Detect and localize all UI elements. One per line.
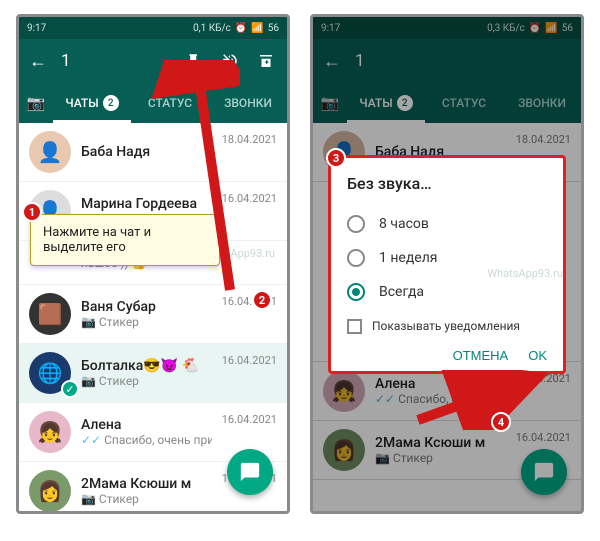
alarm-icon: ⏰ (235, 23, 247, 34)
status-time: 9:17 (27, 23, 46, 34)
step-badge-3: 3 (326, 148, 346, 168)
radio-1week[interactable]: 1 неделя (347, 241, 547, 275)
radio-always[interactable]: Всегда (347, 275, 547, 309)
ok-button[interactable]: OK (528, 348, 547, 363)
step-badge-4: 4 (491, 412, 511, 432)
statusbar: 9:17 0,1 КБ/с ⏰ 📶 56 (19, 17, 287, 39)
tab-chats[interactable]: ЧАТЫ 2 (53, 83, 131, 123)
radio-icon (347, 249, 365, 267)
step-badge-2: 2 (252, 290, 272, 310)
avatar[interactable]: 🟫 (29, 293, 71, 335)
avatar[interactable]: 👤 (29, 131, 71, 173)
radio-icon-checked (347, 283, 365, 301)
show-notifications-check[interactable]: Показывать уведомления (347, 309, 547, 340)
step-badge-1: 1 (22, 202, 42, 222)
archive-icon[interactable] (255, 50, 277, 72)
selected-check-icon: ✓ (61, 380, 79, 398)
modal-overlay[interactable]: Без звука… 8 часов 1 неделя Всегда Показ… (313, 17, 581, 511)
checkbox-icon (347, 319, 362, 334)
mute-dialog: Без звука… 8 часов 1 неделя Всегда Показ… (328, 155, 566, 374)
cancel-button[interactable]: ОТМЕНА (453, 348, 509, 363)
new-chat-fab[interactable] (227, 449, 273, 495)
signal-icon: 📶 (251, 23, 263, 34)
chats-badge: 2 (103, 95, 119, 111)
arrow-to-mute-icon (130, 60, 240, 300)
avatar[interactable]: 👧 (29, 411, 71, 453)
chat-row-selected[interactable]: 🌐 ✓ Болталка😎😈 🐔📷 Стикер 16.04.2021 (19, 344, 287, 403)
battery-icon: 56 (268, 23, 279, 34)
arrow-to-ok (408, 370, 558, 430)
radio-icon (347, 215, 365, 233)
back-icon[interactable]: ← (29, 51, 47, 72)
camera-icon[interactable]: 📷 (19, 94, 53, 112)
dialog-title: Без звука… (347, 174, 547, 193)
avatar[interactable]: 👩 (29, 470, 71, 511)
radio-8hours[interactable]: 8 часов (347, 207, 547, 241)
status-net: 0,1 КБ/с (193, 23, 231, 34)
phone-right: 9:17 0,3 КБ/с ⏰ 📶 56 ← 1 📷 ЧАТЫ2 СТАТУС … (310, 14, 584, 514)
read-ticks-icon: ✓✓ (81, 433, 101, 447)
